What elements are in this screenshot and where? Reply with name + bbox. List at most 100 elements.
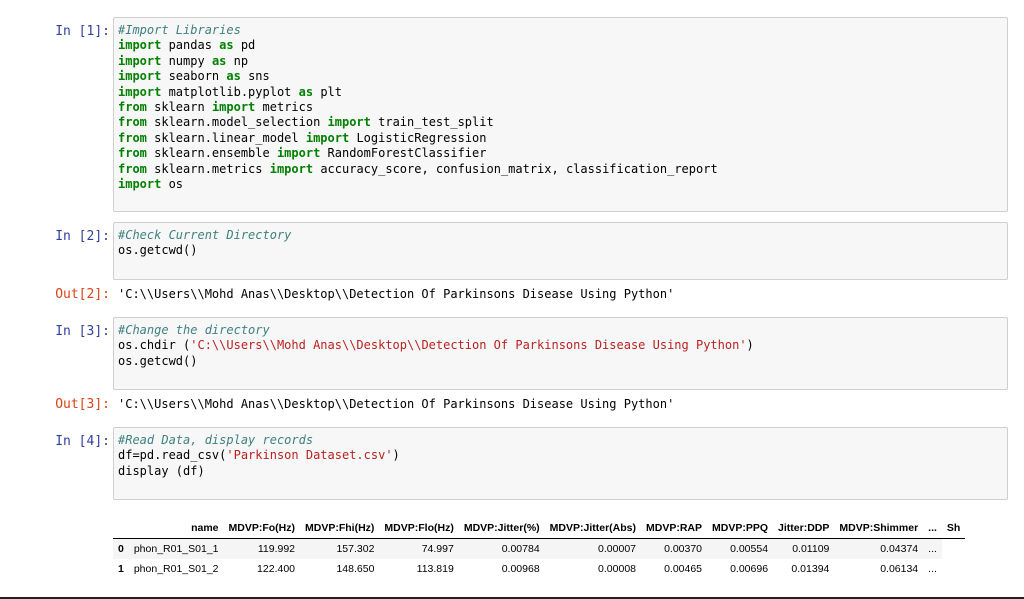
- code-token: sklearn.ensemble: [146, 146, 277, 161]
- output-prompt: Out[3]:: [55, 397, 110, 412]
- code-line: #Check Current Directory: [118, 228, 1003, 243]
- column-header: MDVP:Shimmer: [834, 518, 924, 539]
- table-header-row: name MDVP:Fo(Hz) MDVP:Fhi(Hz) MDVP:Flo(Hz) M…: [113, 518, 966, 539]
- code-token: train_test_split: [370, 115, 494, 130]
- row-index: 0: [113, 538, 129, 559]
- keyword-token: from: [118, 115, 147, 130]
- string-token: 'C:\\Users\\Mohd Anas\\Desktop\\Detectio…: [190, 338, 747, 353]
- column-header: MDVP:Fhi(Hz): [300, 518, 380, 539]
- column-header: Jitter:DDP: [773, 518, 835, 539]
- code-token: numpy: [161, 53, 212, 68]
- code-token: np: [226, 53, 249, 68]
- column-header: MDVP:Jitter(Abs): [544, 518, 642, 539]
- code-token: ): [392, 448, 400, 463]
- string-token: 'Parkinson Dataset.csv': [226, 448, 393, 463]
- column-header: ...: [923, 518, 942, 539]
- code-token: os.chdir (: [118, 338, 191, 353]
- table-cell: 157.302: [300, 538, 380, 559]
- column-header: MDVP:PPQ: [707, 518, 774, 539]
- code-token: seaborn: [161, 69, 227, 84]
- table-row: 0 phon_R01_S01_1 119.992 157.302 74.997 0.007…: [113, 538, 965, 559]
- table-cell: 113.819: [416, 563, 454, 575]
- column-header: MDVP:Flo(Hz): [379, 518, 459, 539]
- table-cell: 0.00007: [544, 538, 642, 559]
- code-line: from sklearn.ensemble import RandomFores…: [118, 146, 1003, 161]
- code-token: sklearn.model_selection: [146, 115, 328, 130]
- table-cell: 0.00554: [707, 538, 774, 559]
- keyword-token: import: [269, 161, 314, 176]
- code-line: display (df): [118, 464, 1003, 479]
- table-cell: 0.01394: [791, 563, 830, 575]
- table-cell: 0.04374: [834, 538, 924, 559]
- keyword-token: import: [211, 100, 256, 115]
- code-line: #Read Data, display records: [118, 433, 1003, 448]
- keyword-token: from: [118, 161, 147, 176]
- code-line: os.getcwd(): [118, 243, 1003, 258]
- row-index: 1: [118, 563, 124, 575]
- code-token: sns: [240, 69, 270, 84]
- input-prompt: In [3]:: [55, 324, 110, 339]
- keyword-token: import: [276, 146, 321, 161]
- code-token: LogisticRegression: [349, 130, 487, 145]
- code-line: from sklearn.metrics import accuracy_sco…: [118, 162, 1003, 177]
- table-cell: 0.00696: [730, 563, 769, 575]
- code-line: from sklearn.model_selection import trai…: [118, 115, 1003, 130]
- code-text: #Check Current Directory os.getcwd(): [118, 228, 1003, 259]
- code-editor[interactable]: #Check Current Directory os.getcwd(): [113, 222, 1008, 280]
- keyword-token: import: [118, 177, 162, 192]
- code-editor[interactable]: #Change the directory os.chdir ('C:\\User…: [113, 317, 1008, 390]
- code-text: #Import Libraries import pandas as pd impo…: [118, 23, 1003, 192]
- keyword-token: import: [305, 130, 350, 145]
- code-line: import matplotlib.pyplot as plt: [118, 85, 1003, 100]
- code-line: import os: [118, 177, 1003, 192]
- code-token: metrics: [255, 100, 314, 115]
- table-cell: ...: [928, 563, 937, 575]
- code-line: #Import Libraries: [118, 23, 1003, 38]
- code-token: os: [161, 177, 184, 192]
- column-header: MDVP:RAP: [641, 518, 708, 539]
- code-editor[interactable]: #Import Libraries import pandas as pd impo…: [113, 17, 1008, 212]
- comment-token: #Read Data, display records: [118, 433, 314, 447]
- table-cell: phon_R01_S01_2: [133, 563, 219, 575]
- column-header: name: [128, 518, 224, 539]
- keyword-token: as: [298, 84, 314, 99]
- code-token: sklearn.linear_model: [146, 130, 306, 145]
- table-cell: 0.00465: [664, 563, 703, 575]
- code-token: display (df): [118, 463, 205, 478]
- output-text: 'C:\\Users\\Mohd Anas\\Desktop\\Detectio…: [118, 397, 675, 411]
- code-token: matplotlib.pyplot: [161, 84, 299, 99]
- comment-token: #Change the directory: [118, 323, 270, 337]
- table-cell: 0.00008: [598, 563, 637, 575]
- code-token: accuracy_score, confusion_matrix, classi…: [313, 161, 718, 176]
- column-header: MDVP:Jitter(%): [458, 518, 545, 539]
- code-token: plt: [313, 84, 342, 99]
- dataframe-table: name MDVP:Fo(Hz) MDVP:Fhi(Hz) MDVP:Flo(Hz) M…: [113, 518, 966, 579]
- code-line: from sklearn import metrics: [118, 100, 1003, 115]
- code-text: #Read Data, display records df=pd.read_cs…: [118, 433, 1003, 479]
- column-header: [113, 518, 129, 539]
- code-token: sklearn: [146, 100, 212, 115]
- table-cell: ...: [923, 538, 942, 559]
- code-editor[interactable]: #Read Data, display records df=pd.read_cs…: [113, 427, 1008, 500]
- code-token: os.getcwd(): [118, 243, 198, 258]
- keyword-token: import: [118, 53, 162, 68]
- code-line: #Change the directory: [118, 323, 1003, 338]
- code-token: sklearn.metrics: [146, 161, 270, 176]
- table-cell: 0.06134: [880, 563, 919, 575]
- code-token: ): [746, 338, 754, 353]
- keyword-token: import: [118, 69, 162, 84]
- code-token: RandomForestClassifier: [320, 146, 487, 161]
- keyword-token: as: [219, 38, 234, 53]
- input-prompt: In [2]:: [55, 229, 110, 244]
- code-token: pd: [233, 38, 256, 53]
- table-cell: 0.01109: [773, 538, 835, 559]
- column-header: Sh: [941, 518, 966, 539]
- code-line: df=pd.read_csv('Parkinson Dataset.csv'): [118, 448, 1003, 463]
- comment-token: #Import Libraries: [118, 23, 241, 37]
- code-line: os.chdir ('C:\\Users\\Mohd Anas\\Desktop…: [118, 338, 1003, 353]
- keyword-token: as: [211, 53, 227, 68]
- code-line: from sklearn.linear_model import Logisti…: [118, 131, 1003, 146]
- keyword-token: from: [118, 130, 147, 145]
- input-prompt: In [1]:: [55, 24, 110, 39]
- keyword-token: from: [118, 100, 147, 115]
